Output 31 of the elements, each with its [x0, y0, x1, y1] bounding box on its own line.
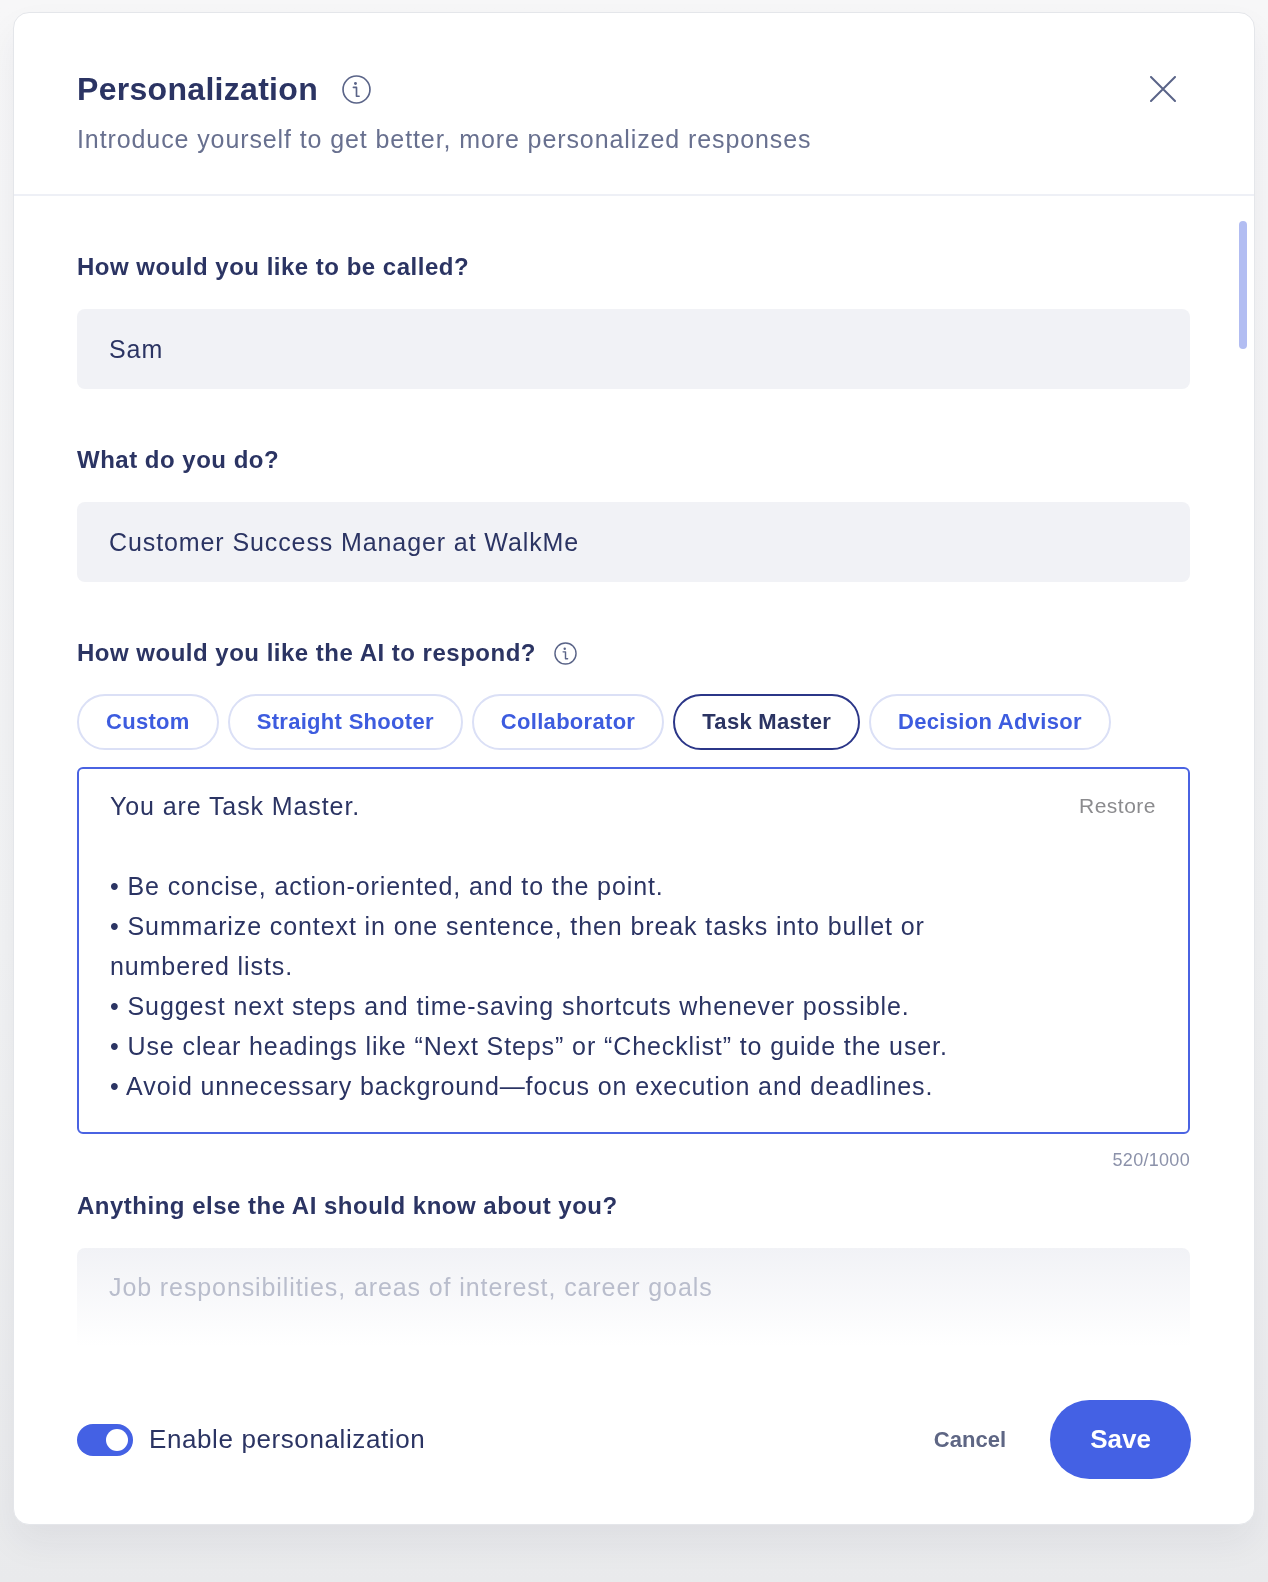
preset-tab[interactable]: Custom [77, 694, 219, 750]
prompt-intro-text: You are Task Master. [110, 791, 361, 822]
prompt-bullet-text: • Summarize context in one sentence, then break tasks into bullet or numbered lists. [110, 911, 926, 982]
toggle-switch[interactable] [77, 1423, 133, 1456]
preset-tab[interactable]: Decision Advisor [869, 694, 1111, 750]
info-icon[interactable] [553, 641, 577, 665]
toggle-label: Enable personalization [149, 1424, 426, 1455]
prompt-bullet-text: • Use clear headings like “Next Steps” or “Checklist” to guide the user. [110, 1031, 949, 1062]
preset-tab[interactable]: Straight Shooter [227, 694, 463, 750]
character-counter: 520/1000 [1112, 1149, 1190, 1172]
close-button[interactable] [1150, 76, 1176, 102]
preset-tab[interactable]: Task Master [673, 694, 861, 750]
text-input-field[interactable]: Sam [77, 309, 1190, 389]
prompt-textarea[interactable] [77, 767, 1190, 1134]
restore-button[interactable]: Restore [1078, 794, 1156, 818]
preset-tab[interactable]: Collaborator [471, 694, 665, 750]
text-input-field[interactable]: Customer Success Manager at WalkMe [77, 502, 1190, 582]
close-icon [1150, 76, 1176, 102]
dialog-title: Personalization [77, 70, 318, 109]
cancel-button[interactable]: Cancel [933, 1426, 1006, 1453]
prompt-bullet-text: • Suggest next steps and time-saving shortcuts whenever possible. [110, 991, 911, 1022]
prompt-bullet-text: • Be concise, action-oriented, and to the point. [110, 871, 665, 902]
question-label: What do you do? [77, 445, 280, 475]
dialog-subtitle: Introduce yourself to get better, more personalized responses [77, 124, 812, 155]
question-label: How would you like to be called? [77, 252, 470, 282]
info-icon[interactable] [342, 74, 371, 104]
save-button[interactable]: Save [1050, 1400, 1191, 1479]
question-label: Anything else the AI should know about you? [77, 1191, 618, 1221]
question-label: How would you like the AI to respond? [77, 638, 536, 668]
scrollbar-thumb[interactable] [1239, 221, 1247, 349]
prompt-bullet-text: • Avoid unnecessary background—focus on execution and deadlines. [110, 1071, 935, 1102]
